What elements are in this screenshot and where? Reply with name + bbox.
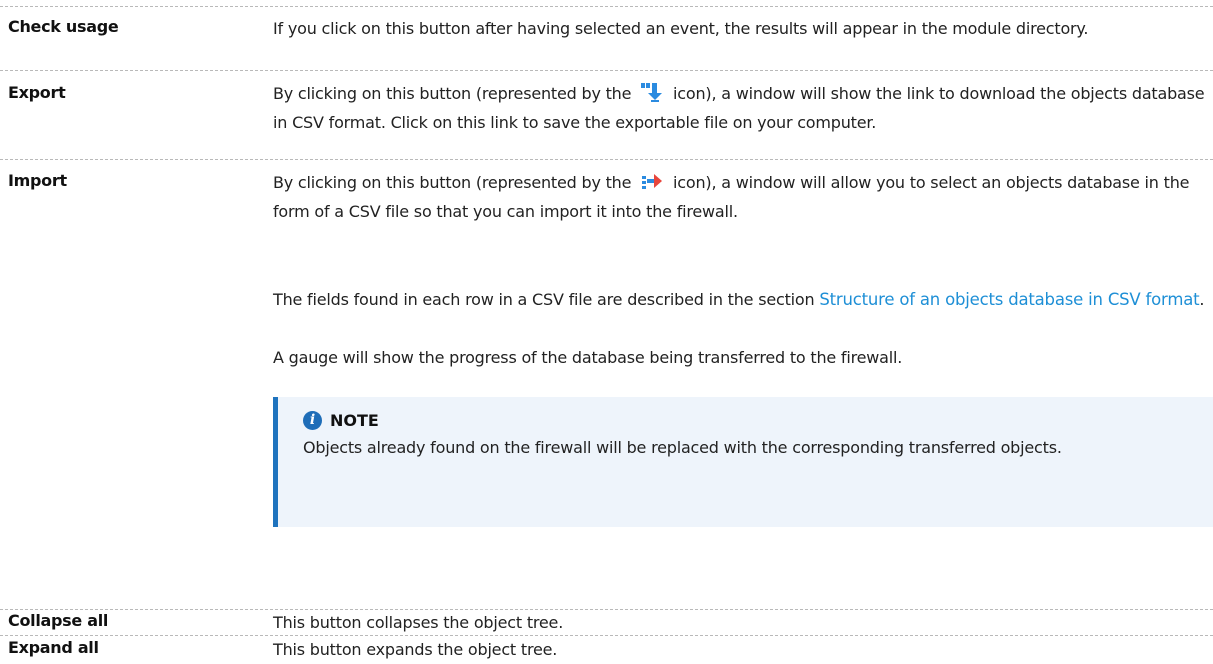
table-row: Check usage If you click on this button … [0, 6, 1213, 59]
table-row: Export By clicking on this button (repre… [0, 70, 1213, 155]
description-text: If you click on this button after having… [273, 19, 1089, 38]
description-text: By clicking on this button (represented … [273, 168, 1208, 226]
description-text: A gauge will show the progress of the da… [273, 348, 903, 367]
table-row: Collapse all This button collapses the o… [0, 609, 1213, 636]
description-collapse-all: This button collapses the object tree. [273, 608, 1208, 637]
description-import-gauge: A gauge will show the progress of the da… [273, 343, 1208, 372]
description-expand-all: This button expands the object tree. [273, 635, 1208, 664]
term-export: Export [8, 83, 66, 102]
description-check-usage: If you click on this button after having… [273, 14, 1208, 43]
export-icon [641, 83, 663, 102]
info-icon: i [303, 411, 322, 430]
description-text-start: By clicking on this button (represented … [273, 84, 632, 103]
note-title: NOTE [330, 411, 379, 430]
note-header: i NOTE [303, 410, 379, 434]
term-check-usage: Check usage [8, 17, 119, 36]
description-import-fields: The fields found in each row in a CSV fi… [273, 285, 1208, 314]
note-text: Objects already found on the firewall wi… [303, 438, 1062, 457]
table-row: Import By clicking on this button (repre… [0, 159, 1213, 590]
table-row: Expand all This button expands the objec… [0, 635, 1213, 664]
description-export: By clicking on this button (represented … [273, 79, 1208, 137]
description-text: This button collapses the object tree. [273, 613, 564, 632]
import-icon [642, 174, 663, 189]
term-collapse-all: Collapse all [8, 611, 109, 630]
description-text: This button expands the object tree. [273, 640, 558, 659]
description-text: By clicking on this button (represented … [273, 79, 1208, 137]
note-box: i NOTE Objects already found on the firew… [273, 397, 1213, 527]
description-text-end: . [1199, 290, 1205, 309]
description-text-start: The fields found in each row in a CSV fi… [273, 290, 815, 309]
description-text: The fields found in each row in a CSV fi… [273, 285, 1208, 314]
term-import: Import [8, 171, 67, 190]
description-text-start: By clicking on this button (represented … [273, 173, 632, 192]
term-expand-all: Expand all [8, 638, 99, 657]
description-import: By clicking on this button (represented … [273, 168, 1208, 226]
structure-csv-link[interactable]: Structure of an objects database in CSV … [819, 290, 1199, 309]
